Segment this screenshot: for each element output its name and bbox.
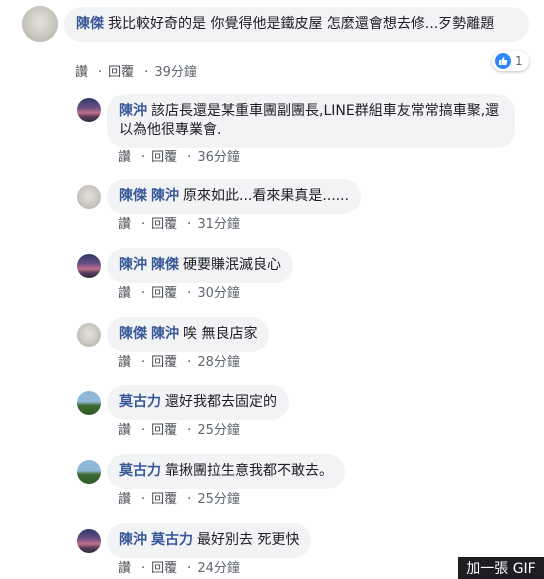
like-link[interactable]: 讚 [118,492,131,507]
mention-tag[interactable]: 莫古力 [151,532,193,548]
reply-link[interactable]: 回覆 [108,65,134,80]
separator: · [141,150,146,165]
reply-link[interactable]: 回覆 [151,492,177,507]
avatar[interactable] [77,98,101,122]
reaction-badge[interactable]: 1 [492,51,529,71]
add-gif-button[interactable]: 加一張 GIF [458,557,544,579]
reply-link[interactable]: 回覆 [151,150,177,165]
timestamp[interactable]: 25分鐘 [197,423,240,438]
timestamp[interactable]: 28分鐘 [197,355,240,370]
comment-actions: 讚 · 回覆 · 39分鐘 [75,61,207,80]
avatar[interactable] [77,254,101,278]
like-link[interactable]: 讚 [118,561,131,576]
comment-bubble: 陳沖 該店長還是某重車團副團長,LINE群組車友常常搞車聚,還以為他很專業會. [107,94,515,148]
avatar[interactable] [77,185,101,209]
like-reaction-icon [495,53,511,69]
like-link[interactable]: 讚 [118,286,131,301]
reply-link[interactable]: 回覆 [151,355,177,370]
comment-text: 靠揪團拉生意我都不敢去。 [165,463,333,479]
comment-text: 該店長還是某重車團副團長,LINE群組車友常常搞車聚,還以為他很專業會. [119,103,500,138]
separator: · [187,217,192,232]
author-name[interactable]: 莫古力 [119,463,161,479]
avatar[interactable] [22,6,58,42]
comment-actions: 讚 · 回覆 · 30分鐘 [118,282,250,301]
author-name[interactable]: 陳沖 [119,257,147,273]
avatar[interactable] [77,323,101,347]
timestamp[interactable]: 25分鐘 [197,492,240,507]
comment-actions: 讚 · 回覆 · 31分鐘 [118,213,250,232]
reply-link[interactable]: 回覆 [151,561,177,576]
separator: · [187,423,192,438]
mention-tag[interactable]: 陳傑 [151,257,179,273]
reply-link[interactable]: 回覆 [151,286,177,301]
separator: · [141,286,146,301]
comment-actions: 讚 · 回覆 · 25分鐘 [118,488,250,507]
timestamp[interactable]: 24分鐘 [197,561,240,576]
reply-link[interactable]: 回覆 [151,217,177,232]
timestamp[interactable]: 36分鐘 [197,150,240,165]
author-name[interactable]: 莫古力 [119,394,161,410]
timestamp[interactable]: 30分鐘 [197,286,240,301]
separator: · [141,423,146,438]
comment-text: 還好我都去固定的 [165,394,277,410]
separator: · [141,217,146,232]
comment-bubble: 莫古力 靠揪團拉生意我都不敢去。 [107,454,345,489]
avatar[interactable] [77,460,101,484]
separator: · [141,561,146,576]
separator: · [187,355,192,370]
author-name[interactable]: 陳沖 [119,103,147,119]
timestamp[interactable]: 39分鐘 [154,65,197,80]
comment-actions: 讚 · 回覆 · 28分鐘 [118,351,250,370]
timestamp[interactable]: 31分鐘 [197,217,240,232]
comment-text: 我比較好奇的是 你覺得他是鐵皮屋 怎麼還會想去修...歹勢離題 [108,16,495,32]
comment-actions: 讚 · 回覆 · 25分鐘 [118,419,250,438]
avatar[interactable] [77,529,101,553]
comment-bubble: 陳傑 陳沖唉 無良店家 [107,317,270,352]
reply-link[interactable]: 回覆 [151,423,177,438]
separator: · [141,492,146,507]
separator: · [187,286,192,301]
comment-actions: 讚 · 回覆 · 24分鐘 [118,557,250,576]
like-link[interactable]: 讚 [118,355,131,370]
author-name[interactable]: 陳傑 [119,326,147,342]
author-name[interactable]: 陳沖 [119,532,147,548]
comment-text: 最好別去 死更快 [197,532,300,548]
author-name[interactable]: 陳傑 [76,16,104,32]
author-name[interactable]: 陳傑 [119,188,147,204]
comment-text: 原來如此...看來果真是...... [183,188,350,204]
separator: · [98,65,103,80]
separator: · [187,492,192,507]
comment-bubble: 陳沖 莫古力 最好別去 死更快 [107,523,312,558]
avatar[interactable] [77,391,101,415]
separator: · [187,561,192,576]
comment-text: 硬要賺泯滅良心 [183,257,281,273]
comment-bubble: 陳沖 陳傑 硬要賺泯滅良心 [107,248,293,283]
root-comment: 陳傑 我比較好奇的是 你覺得他是鐵皮屋 怎麼還會想去修...歹勢離題 1 讚 · 回覆… [0,0,544,80]
separator: · [187,150,192,165]
comment-bubble: 莫古力 還好我都去固定的 [107,385,289,420]
reaction-count: 1 [515,54,523,68]
separator: · [141,355,146,370]
mention-tag[interactable]: 陳沖 [151,326,179,342]
comment-bubble: 陳傑 我比較好奇的是 你覺得他是鐵皮屋 怎麼還會想去修...歹勢離題 [64,7,529,42]
mention-tag[interactable]: 陳沖 [151,188,179,204]
like-link[interactable]: 讚 [118,150,131,165]
like-link[interactable]: 讚 [75,65,88,80]
comment-text: 唉 無良店家 [183,326,258,342]
separator: · [144,65,149,80]
like-link[interactable]: 讚 [118,217,131,232]
comment-bubble: 陳傑 陳沖 原來如此...看來果真是...... [107,179,362,214]
like-link[interactable]: 讚 [118,423,131,438]
comment-actions: 讚 · 回覆 · 36分鐘 [118,146,250,165]
